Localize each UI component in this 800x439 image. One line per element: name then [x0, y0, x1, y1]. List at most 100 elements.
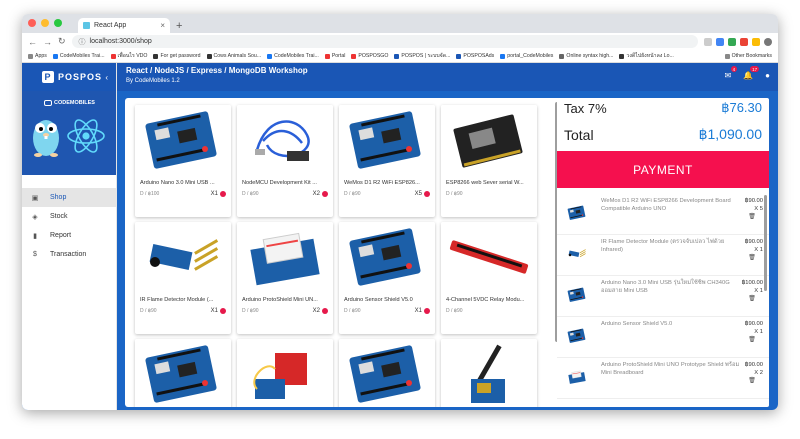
bookmark-label: เพื่อนไร VDO [117, 53, 148, 59]
product-card[interactable]: 4-Channel 5VDC Relay Modu... D / ฿90 [441, 222, 537, 334]
product-card[interactable]: ESP8266 web Sever serial W... D / ฿90 [441, 105, 537, 217]
back-icon[interactable]: ← [28, 37, 37, 47]
product-qty: X5 [414, 191, 422, 197]
bookmark-label: CodeMobiles Trai... [274, 53, 319, 59]
product-image [441, 339, 537, 407]
bookmark-favicon-icon [153, 53, 159, 59]
other-bookmarks[interactable]: Other Bookmarks [724, 53, 772, 59]
product-qty: X2 [312, 308, 320, 314]
bookmark-item[interactable]: Apps [28, 53, 47, 59]
star-icon[interactable] [704, 37, 712, 46]
bookmark-item[interactable]: POSPOSGO [351, 53, 388, 59]
product-image [237, 222, 333, 294]
new-tab-icon[interactable]: + [176, 20, 182, 32]
product-card[interactable] [237, 339, 333, 407]
trash-icon[interactable]: 🗑 [741, 254, 763, 262]
extension-icon[interactable] [752, 37, 760, 46]
cart-item-image [565, 285, 589, 305]
layers-icon: ◈ [32, 213, 38, 221]
address-bar: ← → ↻ ⓘ localhost:3000/shop [22, 33, 778, 50]
product-card[interactable] [441, 339, 537, 407]
product-card[interactable]: IR Flame Detector Module (... D / ฿90 X1 [135, 222, 231, 334]
profile-icon[interactable] [764, 37, 772, 46]
brand: P POSPOS ‹ [22, 63, 116, 91]
sidebar-item-transaction[interactable]: $ Transaction [22, 245, 116, 264]
trash-icon[interactable]: 🗑 [741, 336, 763, 344]
close-window-button[interactable] [28, 19, 36, 27]
trash-icon[interactable]: 🗑 [741, 377, 763, 385]
product-image [135, 222, 231, 294]
extension-icon[interactable] [728, 37, 736, 46]
other-bookmarks-label: Other Bookmarks [731, 53, 772, 59]
url-field[interactable]: ⓘ localhost:3000/shop [71, 35, 698, 48]
bookmark-item[interactable]: portal_CodeMobiles [500, 53, 553, 59]
forward-icon[interactable]: → [43, 37, 52, 47]
cart-item-image [565, 244, 589, 264]
account-icon[interactable]: ● [765, 71, 770, 80]
bookmark-item[interactable]: POSPOS | ระบบจัด... [394, 52, 450, 60]
remove-badge-icon[interactable] [220, 308, 226, 314]
cart-item: Arduino ProtoShield Mini UNO Prototype S… [557, 358, 769, 399]
product-footer: D / ฿100 X1 [135, 186, 231, 197]
total-row: Total ฿1,090.00 [564, 126, 762, 143]
bookmark-item[interactable]: POSPOSAds [456, 53, 494, 59]
remove-badge-icon[interactable] [322, 308, 328, 314]
bookmark-item[interactable]: Online syntax high... [559, 53, 613, 59]
sidebar-item-stock[interactable]: ◈ Stock [22, 207, 116, 226]
trash-icon[interactable]: 🗑 [741, 295, 763, 303]
trash-icon[interactable]: 🗑 [741, 213, 763, 221]
bookmark-item[interactable]: เพื่อนไร VDO [110, 52, 148, 60]
bookmark-item[interactable]: For get password [153, 53, 201, 59]
product-card[interactable]: Arduino Sensor Shield V5.0 D / ฿90 X1 [339, 222, 435, 334]
extension-icon[interactable] [740, 37, 748, 46]
product-card[interactable]: NodeMCU Development Kit ... D / ฿90 X2 [237, 105, 333, 217]
minimize-window-button[interactable] [41, 19, 49, 27]
bookmark-label: POSPOS | ระบบจัด... [401, 53, 451, 59]
remove-badge-icon[interactable] [424, 308, 430, 314]
mail-icon[interactable]: ✉ 4 [724, 66, 738, 80]
cart-scrollbar[interactable] [764, 195, 767, 291]
product-card[interactable] [339, 339, 435, 407]
bookmark-favicon-icon [324, 53, 330, 59]
tab-close-icon[interactable]: × [160, 21, 165, 30]
bookmark-item[interactable]: Cows Animals Sou... [206, 53, 261, 59]
bookmark-item[interactable]: Portal [324, 53, 345, 59]
bookmark-item[interactable]: CodeMobiles Trai... [52, 53, 105, 59]
cart-item-image [565, 367, 589, 387]
mail-badge: 4 [730, 66, 738, 72]
bookmark-item[interactable]: CodeMobiles Trai... [267, 53, 319, 59]
remove-badge-icon[interactable] [322, 191, 328, 197]
product-panel: Arduino Nano 3.0 Mini USB ... D / ฿100 X1 N… [125, 98, 561, 407]
product-footer: D / ฿90 X2 [237, 303, 333, 314]
react-logo-icon [67, 119, 105, 153]
chevron-left-icon[interactable]: ‹ [105, 73, 109, 82]
product-card[interactable]: Arduino ProtoShield Mini UN... D / ฿90 X2 [237, 222, 333, 334]
sidebar-item-report[interactable]: ▮ Report [22, 226, 116, 245]
remove-badge-icon[interactable] [424, 191, 430, 197]
cart-item-price: ฿90.00 [744, 362, 763, 368]
product-price: D / ฿90 [446, 308, 463, 314]
product-qty: X1 [414, 308, 422, 314]
app-header: React / NodeJS / Express / MongoDB Works… [117, 63, 778, 91]
window-controls [28, 19, 62, 27]
extension-icon[interactable] [716, 37, 724, 46]
product-card[interactable] [135, 339, 231, 407]
bookmark-label: portal_CodeMobiles [507, 53, 554, 59]
payment-button[interactable]: PAYMENT [557, 151, 769, 188]
go-gopher-icon [33, 120, 59, 157]
sidebar-item-shop[interactable]: ▣ Shop [22, 188, 116, 207]
bell-icon[interactable]: 🔔 17 [743, 66, 760, 80]
reload-icon[interactable]: ↻ [58, 36, 66, 47]
bookmark-item[interactable]: วงดีไปยังหน้าลง Lo... [619, 52, 674, 60]
product-card[interactable]: Arduino Nano 3.0 Mini USB ... D / ฿100 X1 [135, 105, 231, 217]
cart-item-name: Arduino Nano 3.0 Mini USB รุ่นใหม่ใช้ชิพ… [601, 280, 730, 294]
remove-badge-icon[interactable] [220, 191, 226, 197]
maximize-window-button[interactable] [54, 19, 62, 27]
browser-tab-strip: React App × + [22, 14, 778, 33]
cart-item-side: ฿90.00 X 5 🗑 [741, 197, 763, 221]
cart-item: Arduino Sensor Shield V5.0 ฿90.00 X 1 🗑 [557, 317, 769, 358]
cart-item-side: ฿90.00 X 1 🗑 [741, 320, 763, 344]
bookmark-label: วงดีไปยังหน้าลง Lo... [626, 53, 674, 59]
product-card[interactable]: WeMos D1 R2 WiFi ESP826... D / ฿90 X5 [339, 105, 435, 217]
browser-tab[interactable]: React App × [78, 18, 170, 33]
